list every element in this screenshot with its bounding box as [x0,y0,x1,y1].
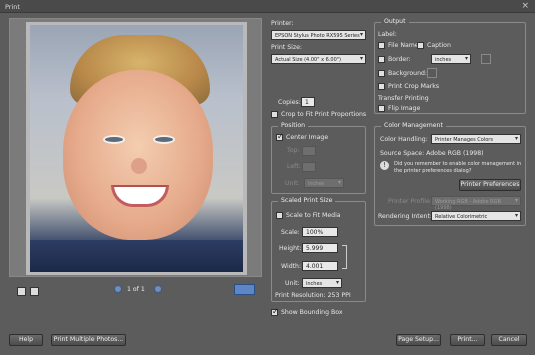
height-field[interactable]: 5.999 [302,243,338,253]
show-bounding-box-checkbox[interactable] [271,307,279,316]
position-unit-label: Unit: [285,180,300,187]
photo-mouth [111,185,169,207]
constrain-link-icon[interactable] [342,245,347,269]
transfer-printing-heading: Transfer Printing [378,95,429,102]
file-name-checkbox[interactable] [378,42,385,49]
width-label: Width: [281,263,302,270]
background-checkbox[interactable] [378,70,385,77]
background-label: Background: [388,70,427,77]
printer-select[interactable]: EPSON Stylus Photo RX595 Series [271,30,366,40]
color-handling-select[interactable]: Printer Manages Colors [431,134,521,144]
cancel-button[interactable]: Cancel [491,334,527,346]
scale-to-fit-label: Scale to Fit Media [286,212,341,219]
show-bounding-box-label: Show Bounding Box [281,309,343,316]
output-legend: Output [381,18,409,25]
photo-eye [153,135,175,144]
print-button[interactable]: Print... [450,334,485,346]
rotate-right-icon[interactable] [30,287,39,296]
source-space: Source Space: Adobe RGB (1998) [380,150,484,157]
center-image-label: Center Image [286,134,329,141]
scaled-unit-label: Unit: [285,280,300,287]
border-checkbox[interactable] [378,56,385,63]
scaled-legend: Scaled Print Size [278,197,336,204]
color-reminder: Did you remember to enable color managem… [394,161,522,174]
top-field[interactable] [302,146,316,156]
photo-face [63,70,213,240]
scaled-unit-select[interactable]: inches [302,278,342,288]
border-color-swatch[interactable] [481,54,491,64]
file-name-label: File Name [388,42,419,49]
photo-border [26,22,247,275]
info-icon: ! [380,161,389,170]
color-handling-label: Color Handling: [380,136,428,143]
output-label-heading: Label: [378,31,397,38]
crop-to-fit-checkbox[interactable] [271,111,278,118]
position-legend: Position [278,122,309,129]
left-field[interactable] [302,162,316,172]
scaled-print-size-group: Scaled Print Size Scale to Fit Media Sca… [271,197,366,302]
left-label: Left: [287,163,301,170]
height-label: Height: [279,245,302,252]
border-unit-select[interactable]: inches [431,54,471,64]
rendering-intent-select[interactable]: Relative Colorimetric [431,211,521,221]
print-crop-marks-label: Print Crop Marks [388,83,440,90]
position-unit-select[interactable]: inches [304,178,344,188]
scale-label: Scale: [281,229,300,236]
next-page-icon[interactable] [154,285,162,293]
copies-field[interactable]: 1 [301,97,315,107]
caption-label: Caption [427,42,451,49]
page-indicator: 1 of 1 [127,286,145,293]
previous-page-icon[interactable] [114,285,122,293]
border-label: Border: [388,56,411,63]
close-icon[interactable]: × [521,1,529,11]
photo-nose [131,158,147,174]
copies-label: Copies: [278,99,301,106]
color-management-legend: Color Management [381,122,446,129]
scale-field[interactable]: 100% [302,227,338,237]
print-size-select[interactable]: Actual Size (4.00" x 6.00") [271,54,366,64]
printer-label: Printer: [271,20,294,27]
print-resolution: Print Resolution: 253 PPI [275,292,351,299]
fit-page-icon[interactable] [234,284,255,295]
print-crop-marks-checkbox[interactable] [378,83,385,90]
output-group: Output Label: File Name Caption Border: … [374,18,526,114]
print-preview [9,18,262,277]
caption-checkbox[interactable] [417,42,424,49]
print-size-label: Print Size: [271,44,302,51]
scale-to-fit-checkbox[interactable] [276,212,283,219]
printer-profile-label: Printer Profile: [388,198,432,205]
width-field[interactable]: 4.001 [302,261,338,271]
rotate-left-icon[interactable] [17,287,26,296]
printer-preferences-button[interactable]: Printer Preferences [459,179,521,191]
photo-shirt [30,240,243,272]
center-image-checkbox[interactable] [276,132,284,141]
color-management-group: Color Management Color Handling: Printer… [374,122,526,226]
background-color-swatch[interactable] [427,68,437,78]
position-group: Position Center Image Top: Left: Unit: i… [271,122,366,194]
page-setup-button[interactable]: Page Setup... [396,334,441,346]
rendering-intent-label: Rendering Intent: [378,213,432,220]
flip-image-checkbox[interactable] [378,105,385,112]
photo-eye [103,135,125,144]
title-bar: Print × [0,0,535,13]
print-multiple-photos-button[interactable]: Print Multiple Photos... [51,334,126,346]
flip-image-label: Flip Image [388,105,421,112]
printer-profile-select[interactable]: Working RGB - Adobe RGB (1998) [431,196,521,211]
window-title: Print [5,3,20,11]
crop-to-fit-label: Crop to Fit Print Proportions [281,111,367,118]
photo-image[interactable] [30,25,243,272]
top-label: Top: [287,147,300,154]
help-button[interactable]: Help [9,334,43,346]
